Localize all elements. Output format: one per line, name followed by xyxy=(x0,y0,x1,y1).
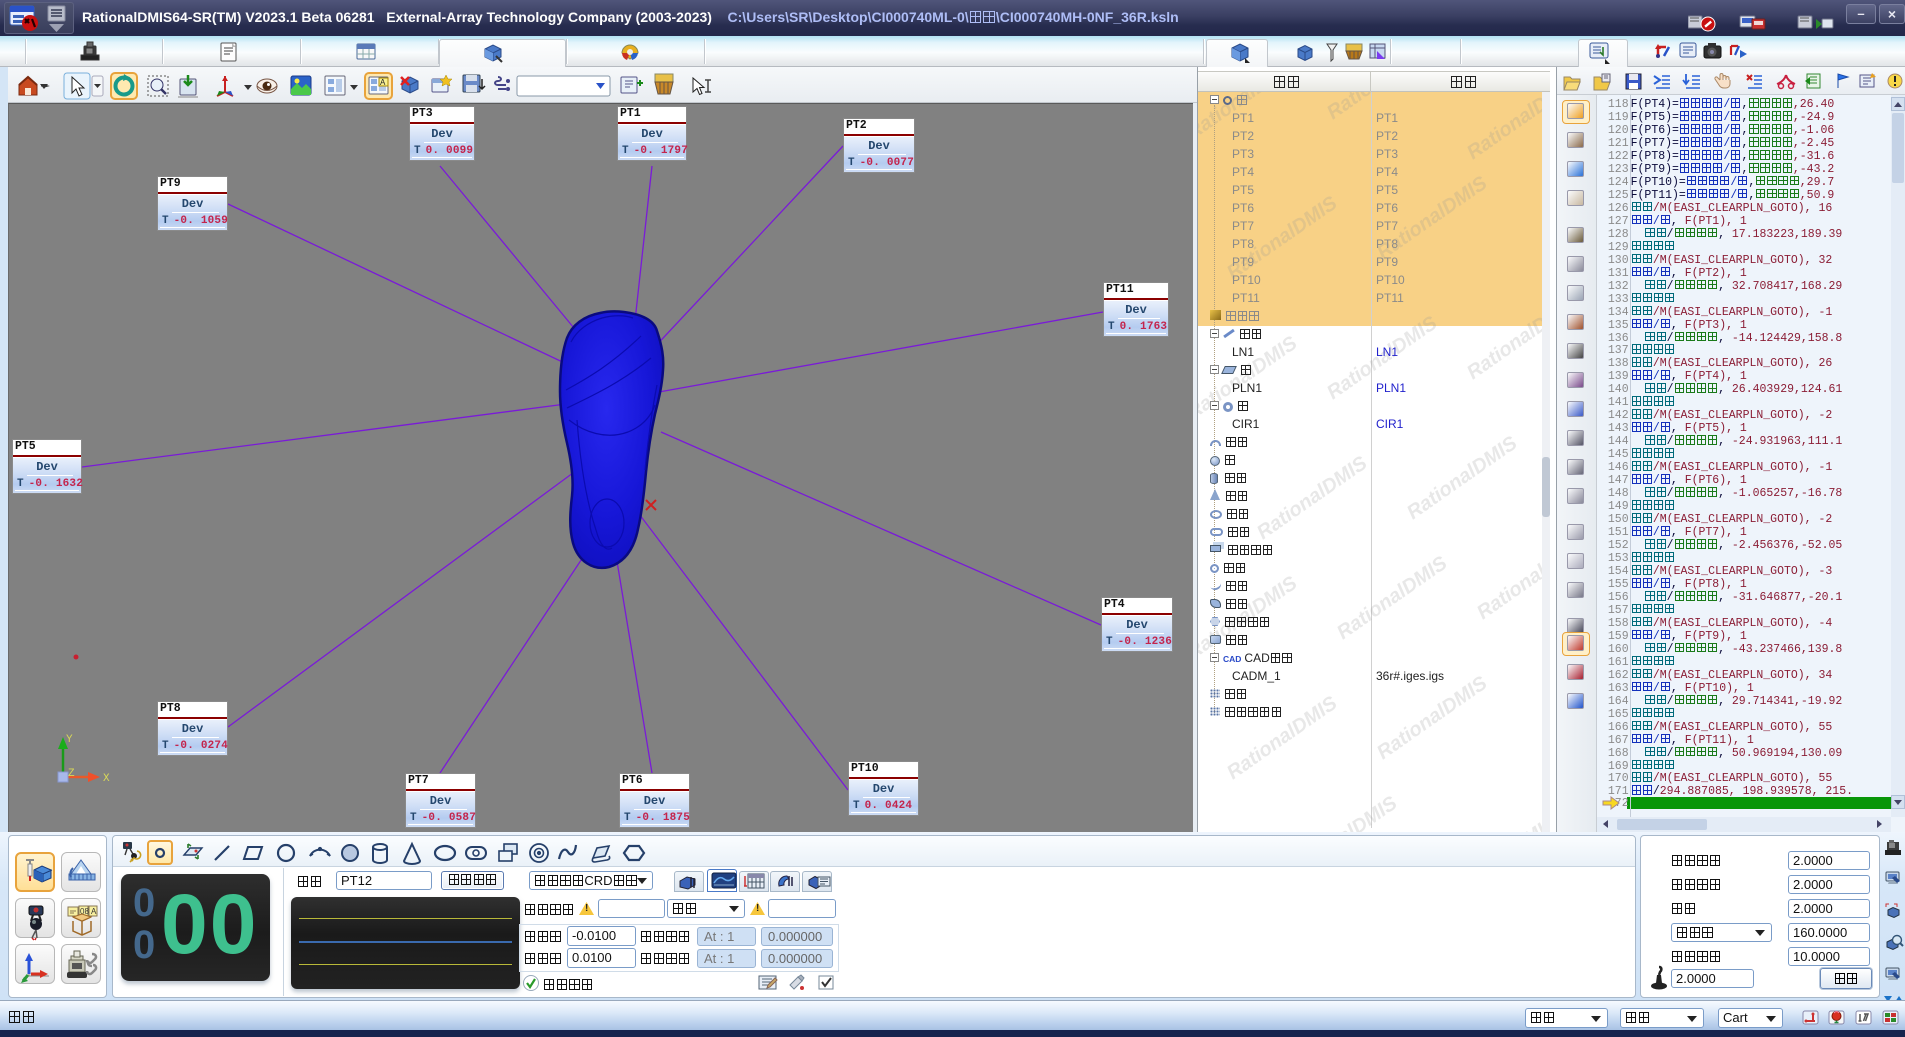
svg-text:Y: Y xyxy=(66,734,73,746)
svg-text:Z: Z xyxy=(68,768,75,780)
svg-text:X: X xyxy=(103,773,110,785)
svg-text:A: A xyxy=(91,907,97,916)
